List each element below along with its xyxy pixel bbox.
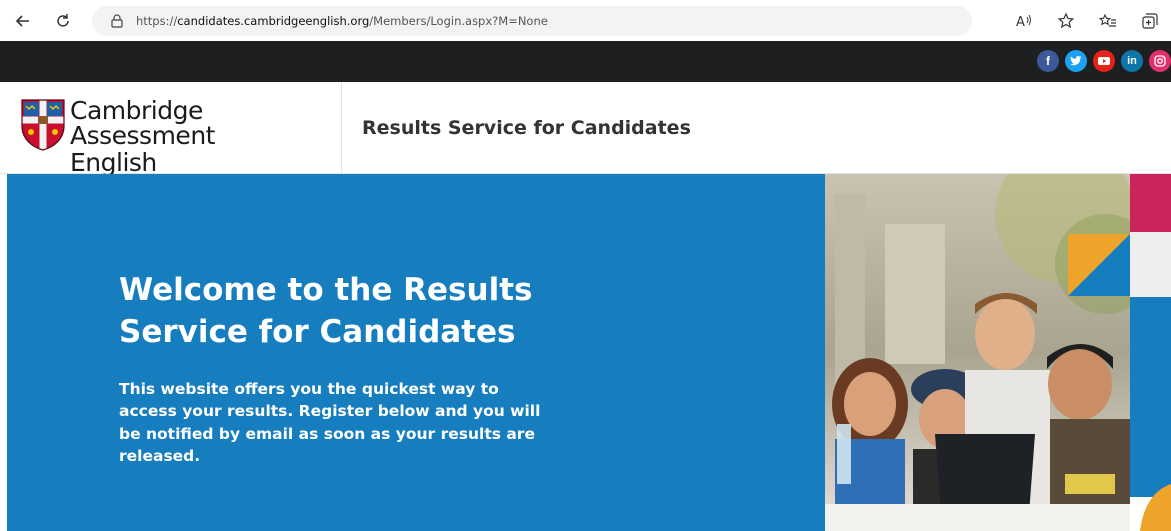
linkedin-icon[interactable]: in [1121, 50, 1143, 72]
social-bar: f in [0, 41, 1171, 82]
social-icons: f in [1037, 50, 1171, 72]
site-header: Cambridge Assessment English Results Ser… [0, 82, 1171, 175]
logo-text: Cambridge Assessment English [70, 98, 341, 175]
favorites-list-icon[interactable] [1095, 8, 1121, 34]
reload-icon [57, 14, 69, 27]
twitter-icon[interactable] [1065, 50, 1087, 72]
url-path: /Members/Login.aspx?M=None [369, 14, 548, 28]
hero-banner: Welcome to the Results Service for Candi… [7, 174, 825, 531]
favorite-icon[interactable] [1053, 8, 1079, 34]
instagram-icon[interactable] [1149, 50, 1171, 72]
facebook-icon[interactable]: f [1037, 50, 1059, 72]
logo-title: Cambridge Assessment [70, 96, 215, 150]
logo-link[interactable]: Cambridge Assessment English [0, 82, 342, 175]
browser-toolbar: https://candidates.cambridgeenglish.org/… [0, 0, 1171, 41]
svg-text:A: A [1016, 15, 1025, 29]
logo-subtitle: English [70, 148, 157, 177]
back-button[interactable] [10, 8, 36, 34]
youtube-icon[interactable] [1093, 50, 1115, 72]
decorative-triangle [1068, 234, 1130, 296]
students-photo [825, 174, 1130, 531]
cambridge-shield-logo [21, 99, 65, 151]
hero-title: Welcome to the Results Service for Candi… [119, 272, 533, 350]
url-prefix: https:// [136, 14, 178, 28]
read-aloud-icon[interactable]: A [1011, 8, 1037, 34]
service-title: Results Service for Candidates [362, 117, 691, 139]
collections-icon[interactable] [1137, 8, 1163, 34]
hero-description: This website offers you the quickest way… [119, 380, 541, 466]
url-host: candidates.cambridgeenglish.org [177, 14, 370, 28]
url-text: https://candidates.cambridgeenglish.org/… [136, 14, 548, 28]
reload-button[interactable] [50, 8, 76, 34]
decorative-shapes [1130, 174, 1171, 531]
browser-actions: A [1011, 8, 1163, 34]
lock-icon[interactable] [108, 12, 126, 30]
back-arrow-icon [15, 15, 29, 27]
address-bar[interactable]: https://candidates.cambridgeenglish.org/… [92, 6, 972, 36]
